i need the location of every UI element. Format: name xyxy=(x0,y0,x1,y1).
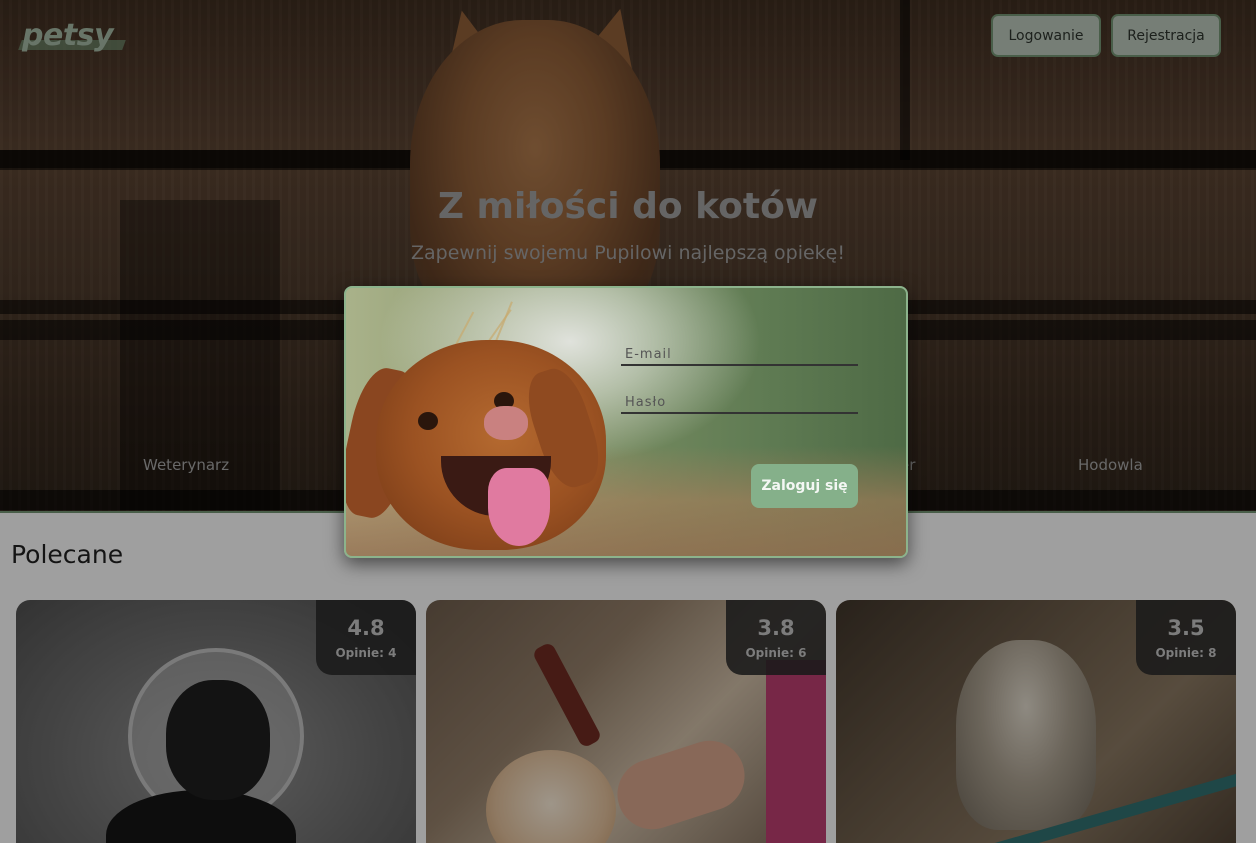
submit-login-button[interactable]: Zaloguj się xyxy=(751,464,858,508)
login-modal: Zaloguj się xyxy=(344,286,908,558)
email-field[interactable] xyxy=(621,340,858,366)
password-field[interactable] xyxy=(621,388,858,414)
